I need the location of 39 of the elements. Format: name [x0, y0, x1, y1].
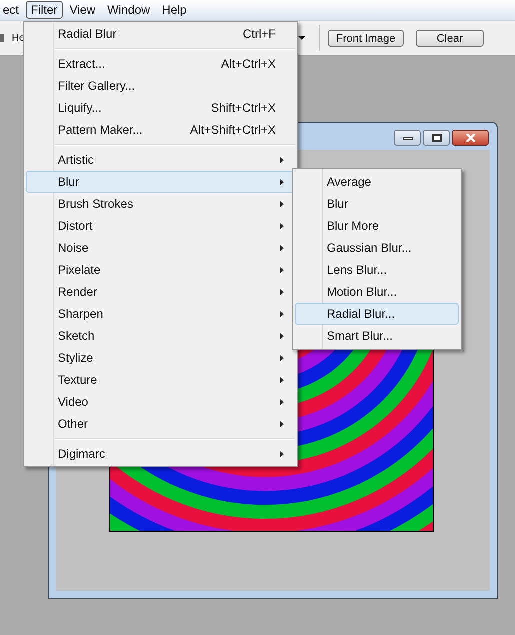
menu-item[interactable]: Other [26, 413, 295, 435]
menu-item[interactable]: Noise [26, 237, 295, 259]
menu-item[interactable]: Blur [295, 193, 459, 215]
menu-item[interactable]: Gaussian Blur... [295, 237, 459, 259]
menu-item[interactable]: Average [295, 171, 459, 193]
menu-bar-item[interactable]: Window [102, 1, 156, 19]
menu-item[interactable]: Pattern Maker... Alt+Shift+Ctrl+X [26, 119, 295, 141]
menu-item[interactable]: Distort [26, 215, 295, 237]
menu-item[interactable]: Stylize [26, 347, 295, 369]
menu-item[interactable]: Blur [26, 171, 295, 193]
menu-item[interactable]: Filter Gallery... [26, 75, 295, 97]
menu-bar-item[interactable]: View [64, 1, 100, 19]
menu-item[interactable]: Blur More [295, 215, 459, 237]
menu-item[interactable]: Radial Blur... [295, 303, 459, 325]
close-icon [466, 134, 476, 142]
restore-button[interactable] [423, 130, 450, 146]
menu-item[interactable]: Radial Blur Ctrl+F [26, 23, 295, 45]
menu-item[interactable]: Pixelate [26, 259, 295, 281]
menu-item[interactable]: Smart Blur... [295, 325, 459, 347]
menu-item[interactable]: Extract... Alt+Ctrl+X [26, 53, 295, 75]
menu-item[interactable]: Motion Blur... [295, 281, 459, 303]
menu-item[interactable]: Digimarc [26, 443, 295, 465]
menu-item[interactable]: Artistic [26, 149, 295, 171]
menu-bar-item[interactable]: Filter [26, 1, 63, 19]
tool-icon [0, 34, 4, 42]
menu-item[interactable]: Liquify... Shift+Ctrl+X [26, 97, 295, 119]
menu-item[interactable]: Video [26, 391, 295, 413]
menu-bar-item[interactable]: ect [0, 1, 24, 19]
menu-item[interactable]: Texture [26, 369, 295, 391]
menu-bar-item[interactable]: Help [157, 1, 192, 19]
toolbar-button[interactable]: Front Image [328, 30, 404, 46]
minimize-button[interactable] [394, 130, 421, 146]
menu-item[interactable]: Sharpen [26, 303, 295, 325]
menu-item[interactable]: Lens Blur... [295, 259, 459, 281]
menu-item[interactable]: Render [26, 281, 295, 303]
menu-item[interactable]: Brush Strokes [26, 193, 295, 215]
toolbar-button[interactable]: Clear [416, 30, 484, 46]
menu-item[interactable]: Sketch [26, 325, 295, 347]
close-button[interactable] [452, 130, 489, 146]
